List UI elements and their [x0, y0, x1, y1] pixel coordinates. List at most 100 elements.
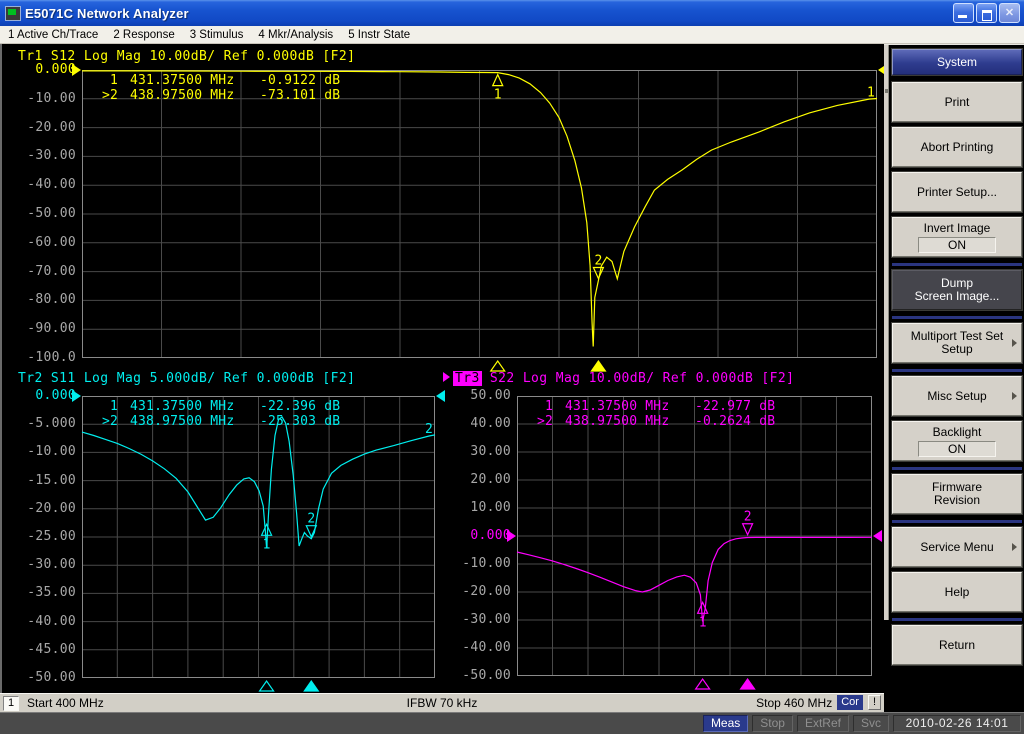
marker-readout-row: >2 438.97500 MHz -73.101 dB	[92, 88, 340, 103]
trace1-y-label: -30.00	[27, 148, 76, 164]
softkey-help[interactable]: Help	[891, 571, 1023, 613]
trace3-y-label: -50.00	[462, 668, 511, 683]
softkey-value-invert-image: ON	[918, 236, 996, 253]
marker-2-icon	[741, 523, 754, 537]
softkey-label: Abort Printing	[920, 139, 994, 154]
trace3-header[interactable]: Tr3 S22 Log Mag 10.00dB/ Ref 0.000dB [F2…	[443, 371, 794, 386]
softkey-label: System	[936, 54, 977, 69]
trace3-y-label: 40.00	[470, 416, 511, 431]
marker-value: -0.9122 dB	[260, 73, 341, 88]
svg-text:1: 1	[263, 537, 271, 552]
softkey-abort-printing[interactable]: Abort Printing	[891, 126, 1023, 168]
e5071c-window: E5071C Network Analyzer ✕ 1 Active Ch/Tr…	[0, 0, 1024, 734]
trace2-plot: 1 2 2	[72, 390, 445, 692]
correction-badge: Cor	[837, 695, 863, 710]
marker-readout-row: 1 431.37500 MHz -22.396 dB	[92, 399, 340, 414]
trace-end-number: 1	[867, 86, 875, 101]
marker-number: >2	[536, 414, 553, 429]
taskbar-indicator-svc: Svc	[852, 715, 889, 732]
trace1-y-label: -60.00	[27, 234, 76, 250]
softkey-multiport-test-set-setup[interactable]: Multiport Test Set Setup	[891, 322, 1023, 364]
stimulus-marker-2-icon	[739, 677, 756, 690]
marker-2-icon	[592, 266, 605, 280]
menu-item-5-instr-state[interactable]: 5 Instr State	[348, 29, 410, 41]
marker-frequency: 438.97500 MHz	[130, 88, 235, 103]
menu-item-1-active-ch-trace[interactable]: 1 Active Ch/Trace	[8, 29, 98, 41]
restore-button[interactable]	[976, 3, 997, 23]
softkey-backlight[interactable]: Backlight ON	[891, 420, 1023, 462]
trace2-y-label: -50.00	[27, 670, 76, 685]
softkey-column: System Print Abort Printing Printer Setup..…	[891, 48, 1023, 670]
menu-item-2-response[interactable]: 2 Response	[113, 29, 174, 41]
trace3-y-label: 50.00	[470, 388, 511, 403]
taskbar-indicator-meas: Meas	[702, 715, 749, 732]
marker-frequency: 438.97500 MHz	[130, 414, 235, 429]
trace2-marker-readout: 1 431.37500 MHz -22.396 dB >2 438.97500 MHz -…	[92, 399, 340, 429]
close-button[interactable]: ✕	[999, 3, 1020, 23]
softkey-label: Dump Screen Image...	[914, 276, 1000, 303]
trace3-y-label: 0.000	[470, 528, 511, 543]
softkey-divider	[892, 618, 1022, 621]
trace2-y-label: -30.00	[27, 557, 76, 573]
app-icon	[5, 5, 21, 21]
softkey-sidebar: System Print Abort Printing Printer Setup..…	[884, 44, 1024, 712]
sidebar-gripper	[885, 89, 888, 93]
softkey-divider	[892, 316, 1022, 319]
trace1-y-label: -70.00	[27, 263, 76, 279]
softkey-label: Invert Image	[923, 220, 991, 235]
trace-end-number: 2	[425, 422, 433, 437]
softkey-label: Print	[944, 94, 970, 109]
trace2-y-label: -15.00	[27, 472, 76, 488]
marker-number: >2	[101, 88, 118, 103]
trace1-y-label: 0.000	[35, 62, 76, 77]
softkey-label: Firmware Revision	[932, 480, 982, 507]
marker-frequency: 431.37500 MHz	[130, 399, 235, 414]
svg-text:2: 2	[744, 510, 752, 525]
taskbar: Meas Stop ExtRef Svc 2010-02-26 14:01	[0, 712, 1024, 734]
svg-text:1: 1	[494, 88, 502, 103]
softkey-return[interactable]: Return	[891, 624, 1023, 666]
trace2-y-label: -35.00	[27, 585, 76, 601]
window-controls: ✕	[953, 3, 1020, 23]
trace2-y-label: -45.00	[27, 641, 76, 657]
trace1-marker-readout: 1 431.37500 MHz -0.9122 dB >2 438.97500 MHz -…	[92, 73, 340, 103]
menu-item-4-mkr-analysis[interactable]: 4 Mkr/Analysis	[258, 29, 333, 41]
menu-bar: 1 Active Ch/Trace 2 Response 3 Stimulus 4 M…	[0, 26, 1024, 44]
minimize-button[interactable]	[953, 3, 974, 23]
ref-level-arrow-left	[507, 530, 516, 542]
softkey-firmware-revision[interactable]: Firmware Revision	[891, 473, 1023, 515]
softkey-misc-setup[interactable]: Misc Setup	[891, 375, 1023, 417]
status-bar: 1 Start 400 MHz IFBW 70 kHz Stop 460 MHz…	[0, 693, 884, 712]
softkey-print[interactable]: Print	[891, 81, 1023, 123]
trace2-y-label: -5.000	[27, 416, 76, 432]
trace2-y-label: -40.00	[27, 613, 76, 629]
window-title: E5071C Network Analyzer	[25, 5, 189, 21]
softkey-divider	[892, 369, 1022, 372]
trace3-y-label: 20.00	[470, 472, 511, 487]
trace1-y-label: -10.00	[27, 90, 76, 106]
softkey-label: Service Menu	[920, 539, 994, 554]
taskbar-indicator-extref: ExtRef	[796, 715, 849, 732]
ifbw-label: IFBW 70 kHz	[406, 696, 478, 710]
softkey-system[interactable]: System	[891, 48, 1023, 76]
softkey-printer-setup[interactable]: Printer Setup...	[891, 171, 1023, 213]
ref-level-arrow-left	[72, 64, 81, 76]
trace3-y-label: 30.00	[470, 444, 511, 459]
softkey-service-menu[interactable]: Service Menu	[891, 526, 1023, 568]
softkey-invert-image[interactable]: Invert Image ON	[891, 216, 1023, 258]
marker-frequency: 438.97500 MHz	[565, 414, 670, 429]
stimulus-marker-2-icon	[590, 359, 607, 372]
softkey-divider	[892, 263, 1022, 266]
marker-value: -73.101 dB	[260, 88, 341, 103]
trace2-header[interactable]: Tr2 S11 Log Mag 5.000dB/ Ref 0.000dB [F2…	[18, 371, 355, 386]
softkey-divider	[892, 467, 1022, 470]
trace-format-label: S22 Log Mag 10.00dB/ Ref 0.000dB [F2]	[481, 371, 795, 386]
softkey-label: Multiport Test Set Setup	[910, 329, 1004, 356]
softkey-dump-screen-image[interactable]: Dump Screen Image...	[891, 269, 1023, 311]
softkey-label: Backlight	[932, 424, 982, 439]
menu-item-3-stimulus[interactable]: 3 Stimulus	[190, 29, 244, 41]
marker-readout-row: >2 438.97500 MHz -25.303 dB	[92, 414, 340, 429]
trace3-y-label: -30.00	[462, 612, 511, 627]
active-trace-arrow-icon	[443, 372, 450, 382]
trace2-y-label: -10.00	[27, 444, 76, 460]
